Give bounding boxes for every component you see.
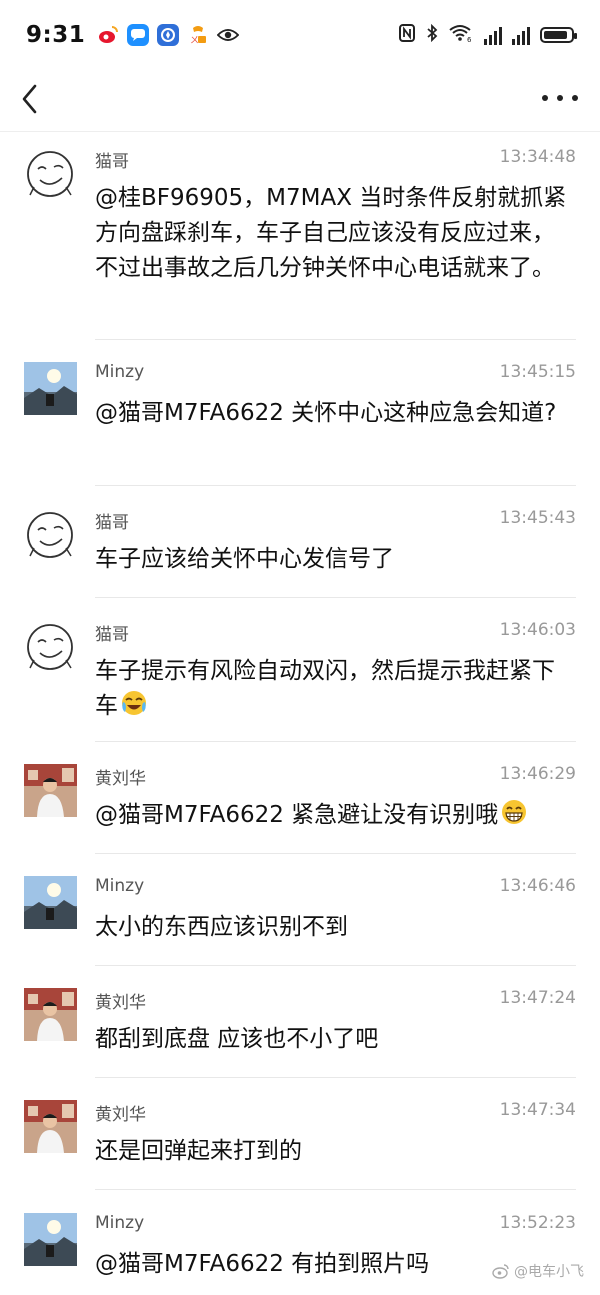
comment-author[interactable]: Minzy <box>95 876 144 896</box>
comment-author[interactable]: Minzy <box>95 362 144 382</box>
bluetooth-icon <box>426 23 438 46</box>
divider <box>95 741 576 742</box>
comment-author[interactable]: 黄刘华 <box>95 764 146 789</box>
avatar[interactable] <box>24 147 77 200</box>
comment-time: 13:46:29 <box>499 764 576 784</box>
comment-text: 太小的东西应该识别不到 <box>95 914 348 940</box>
comment-text: 车子提示有风险自动双闪，然后提示我赶紧下车 <box>95 654 575 728</box>
comment-author[interactable]: 猫哥 <box>95 147 129 172</box>
comment-text: 都刮到底盘 应该也不小了吧 <box>95 1026 379 1052</box>
comment-time: 13:45:43 <box>499 508 576 528</box>
comment-item[interactable]: 猫哥 13:34:48 @桂BF96905，M7MAX 当时条件反射就抓紧方向盘… <box>0 133 600 340</box>
comment-text-body: @猫哥M7FA6622 紧急避让没有识别哦 <box>95 802 499 828</box>
comment-text: 还是回弹起来打到的 <box>95 1138 302 1164</box>
comment-author[interactable]: 猫哥 <box>95 620 129 645</box>
avatar[interactable] <box>24 876 77 929</box>
comment-item[interactable]: Minzy 13:46:46 太小的东西应该识别不到 <box>0 862 600 966</box>
back-button[interactable] <box>16 82 46 116</box>
comment-author[interactable]: Minzy <box>95 1213 144 1233</box>
nav-bar <box>0 70 600 132</box>
avatar[interactable] <box>24 988 77 1041</box>
nfc-icon <box>398 24 416 46</box>
comment-time: 13:46:46 <box>499 876 576 896</box>
shop-icon: ㄨ <box>187 24 209 46</box>
more-icon-dot <box>542 95 548 101</box>
comment-item[interactable]: 黄刘华 13:47:34 还是回弹起来打到的 <box>0 1086 600 1190</box>
divider <box>95 485 576 486</box>
comment-text: @猫哥M7FA6622 关怀中心这种应急会知道? <box>95 400 557 426</box>
divider <box>95 853 576 854</box>
comment-time: 13:46:03 <box>499 620 576 640</box>
compass-icon <box>157 24 180 46</box>
avatar[interactable] <box>24 1213 77 1266</box>
watermark-text: @电车小飞 <box>514 1264 584 1280</box>
comment-text: 车子应该给关怀中心发信号了 <box>95 546 394 572</box>
status-indicators: 6 <box>398 23 577 46</box>
comment-item[interactable]: Minzy 13:45:15 @猫哥M7FA6622 关怀中心这种应急会知道? <box>0 348 600 486</box>
comment-author[interactable]: 黄刘华 <box>95 988 146 1013</box>
battery-icon <box>540 27 577 43</box>
signal-icon <box>512 25 530 45</box>
more-icon-dot <box>572 95 578 101</box>
avatar[interactable] <box>24 508 77 561</box>
divider <box>95 339 576 340</box>
comment-time: 13:45:15 <box>499 362 576 382</box>
status-app-icons: ㄨ <box>97 24 240 46</box>
avatar[interactable] <box>24 764 77 817</box>
avatar[interactable] <box>24 362 77 415</box>
watermark: @电车小飞 <box>492 1261 584 1281</box>
comment-text: @桂BF96905，M7MAX 当时条件反射就抓紧方向盘踩刹车，车子自己应该没有… <box>95 185 567 281</box>
comment-item[interactable]: 黄刘华 13:47:24 都刮到底盘 应该也不小了吧 <box>0 974 600 1078</box>
comment-time: 13:47:34 <box>499 1100 576 1120</box>
message-icon <box>127 24 150 46</box>
divider <box>95 1189 576 1190</box>
divider <box>95 965 576 966</box>
eye-icon <box>217 24 240 46</box>
comment-text-body: 车子提示有风险自动双闪，然后提示我赶紧下车 <box>95 658 555 719</box>
more-button[interactable] <box>542 84 578 112</box>
comment-time: 13:47:24 <box>499 988 576 1008</box>
signal-icon <box>484 25 502 45</box>
battery-level <box>544 31 568 39</box>
status-bar: 9:31 ㄨ 6 <box>0 0 600 70</box>
svg-text:6: 6 <box>467 36 472 42</box>
crying-laughing-emoji <box>120 689 148 728</box>
avatar[interactable] <box>24 620 77 673</box>
comment-time: 13:34:48 <box>499 147 576 167</box>
avatar[interactable] <box>24 1100 77 1153</box>
comment-time: 13:52:23 <box>499 1213 576 1233</box>
divider <box>95 1077 576 1078</box>
chevron-left-icon <box>22 84 37 114</box>
comment-item[interactable]: 猫哥 13:45:43 车子应该给关怀中心发信号了 <box>0 494 600 598</box>
weibo-icon <box>97 24 119 46</box>
comment-text: @猫哥M7FA6622 紧急避让没有识别哦 <box>95 798 575 837</box>
weibo-icon <box>492 1264 509 1279</box>
wifi-icon: 6 <box>448 24 474 46</box>
comment-item[interactable]: 猫哥 13:46:03 车子提示有风险自动双闪，然后提示我赶紧下车 <box>0 606 600 742</box>
divider <box>95 597 576 598</box>
more-icon-dot <box>557 95 563 101</box>
comment-author[interactable]: 猫哥 <box>95 508 129 533</box>
comment-item[interactable]: 黄刘华 13:46:29 @猫哥M7FA6622 紧急避让没有识别哦 <box>0 750 600 854</box>
status-time: 9:31 <box>26 22 86 48</box>
svg-text:ㄨ: ㄨ <box>190 36 199 46</box>
comment-author[interactable]: 黄刘华 <box>95 1100 146 1125</box>
grinning-emoji <box>500 798 528 837</box>
